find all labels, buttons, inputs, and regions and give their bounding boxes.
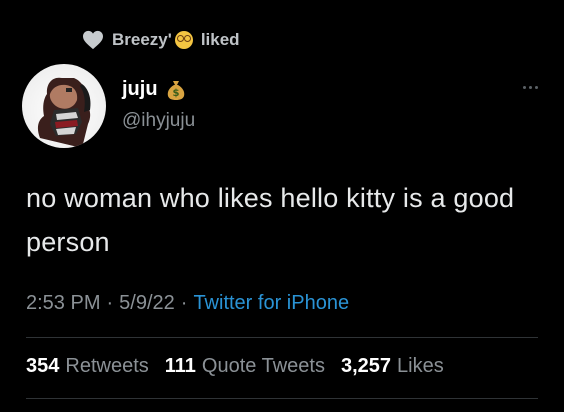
retweets-stat[interactable]: 354 Retweets [26, 355, 149, 378]
likes-count: 3,257 [340, 355, 392, 377]
more-options-icon[interactable] [523, 86, 538, 89]
tweet-date[interactable]: 5/9/22 [119, 292, 175, 315]
tweet-time[interactable]: 2:53 PM [26, 292, 100, 315]
money-bag-icon: $ [166, 79, 186, 101]
user-handle[interactable]: @ihyjuju [122, 110, 195, 132]
tweet-stats: 354 Retweets 111 Quote Tweets 3,257 Like… [26, 355, 444, 378]
divider [26, 337, 538, 338]
quote-tweets-stat[interactable]: 111 Quote Tweets [165, 355, 325, 378]
tweet-source-link[interactable]: Twitter for iPhone [193, 292, 349, 315]
likes-label: Likes [397, 355, 444, 377]
heart-icon [82, 30, 104, 50]
liked-label: liked [200, 30, 240, 49]
social-context: Breezy' liked [82, 27, 240, 53]
quote-tweets-label: Quote Tweets [201, 355, 325, 377]
dizzy-face-emoji-icon [174, 31, 193, 49]
liker-name[interactable]: Breezy' [112, 30, 193, 50]
tweet[interactable]: Breezy' liked juju $ @ihyjuju no woman w… [0, 0, 564, 412]
meta-separator: · [106, 292, 114, 314]
quote-tweets-count: 111 [164, 355, 196, 377]
tweet-text: no woman who likes hello kitty is a good… [26, 183, 515, 257]
divider-bottom [26, 398, 538, 399]
display-name: juju [122, 78, 158, 100]
liker-name-text: Breezy' [112, 30, 172, 49]
tweet-meta: 2:53 PM · 5/9/22 · Twitter for iPhone [26, 292, 349, 315]
likes-stat[interactable]: 3,257 Likes [341, 355, 444, 378]
meta-separator-2: · [180, 292, 188, 314]
retweets-label: Retweets [65, 355, 149, 377]
retweets-count: 354 [26, 355, 60, 377]
author-name-row[interactable]: juju $ [122, 78, 186, 101]
svg-text:$: $ [172, 88, 179, 99]
avatar[interactable] [22, 64, 106, 148]
